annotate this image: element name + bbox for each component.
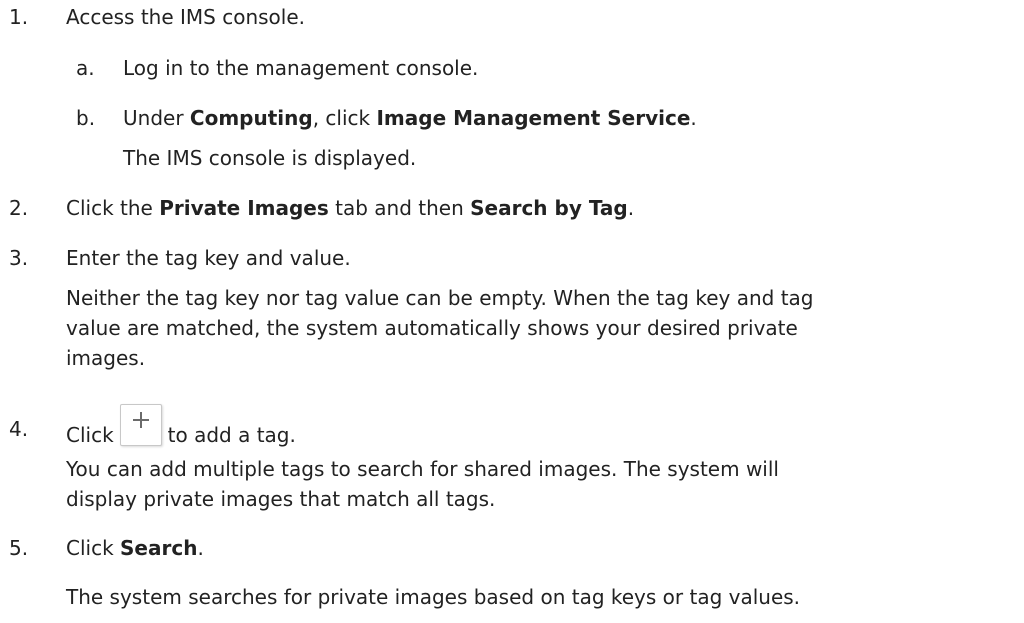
step-note-line: display private images that match all ta…	[66, 487, 496, 511]
step-note-line: You can add multiple tags to search for …	[66, 457, 779, 481]
plus-icon	[119, 404, 162, 446]
step-note-line: value are matched, the system automatica…	[66, 316, 798, 340]
step-text: Click Search.	[66, 533, 204, 563]
substep-text-pre: Under	[123, 106, 190, 130]
step-text: Access the IMS console.	[66, 5, 305, 29]
tab-name-private-images: Private Images	[159, 196, 329, 220]
button-name-search: Search	[120, 536, 198, 560]
step-note-line: The system searches for private images b…	[66, 585, 801, 609]
option-name-search-by-tag: Search by Tag	[470, 196, 628, 220]
substep-text: Under Computing, click Image Management …	[123, 103, 697, 133]
step-number: 1.	[9, 5, 29, 29]
step-number: 5.	[9, 536, 29, 560]
step-text: Click the Private Images tab and then Se…	[66, 193, 634, 223]
step-text-post: .	[197, 536, 204, 560]
step-number: 4.	[9, 417, 29, 441]
service-name-ims: Image Management Service	[376, 106, 691, 130]
substep-text-post: .	[690, 106, 697, 130]
step-text-pre: Click	[66, 536, 121, 560]
menu-name-computing: Computing	[189, 106, 313, 130]
step-text: Click to add a tag.	[66, 404, 296, 455]
substep-result: The IMS console is displayed.	[123, 146, 417, 170]
substep-letter: b.	[76, 106, 96, 130]
step-note-line: images.	[66, 346, 146, 370]
step-text-post: .	[627, 196, 635, 220]
substep-text-mid: , click	[312, 106, 377, 130]
step-text-pre: Click the	[66, 196, 160, 220]
step-text-pre: Click	[66, 423, 114, 447]
step-text-mid: tab and then	[328, 196, 471, 220]
step-number: 3.	[9, 246, 29, 270]
step-note-line: Neither the tag key nor tag value can be…	[66, 286, 814, 310]
substep-letter: a.	[76, 56, 95, 80]
step-number: 2.	[9, 196, 29, 220]
step-text-post: to add a tag.	[167, 423, 296, 447]
substep-text: Log in to the management console.	[123, 56, 479, 80]
step-text: Enter the tag key and value.	[66, 246, 351, 270]
